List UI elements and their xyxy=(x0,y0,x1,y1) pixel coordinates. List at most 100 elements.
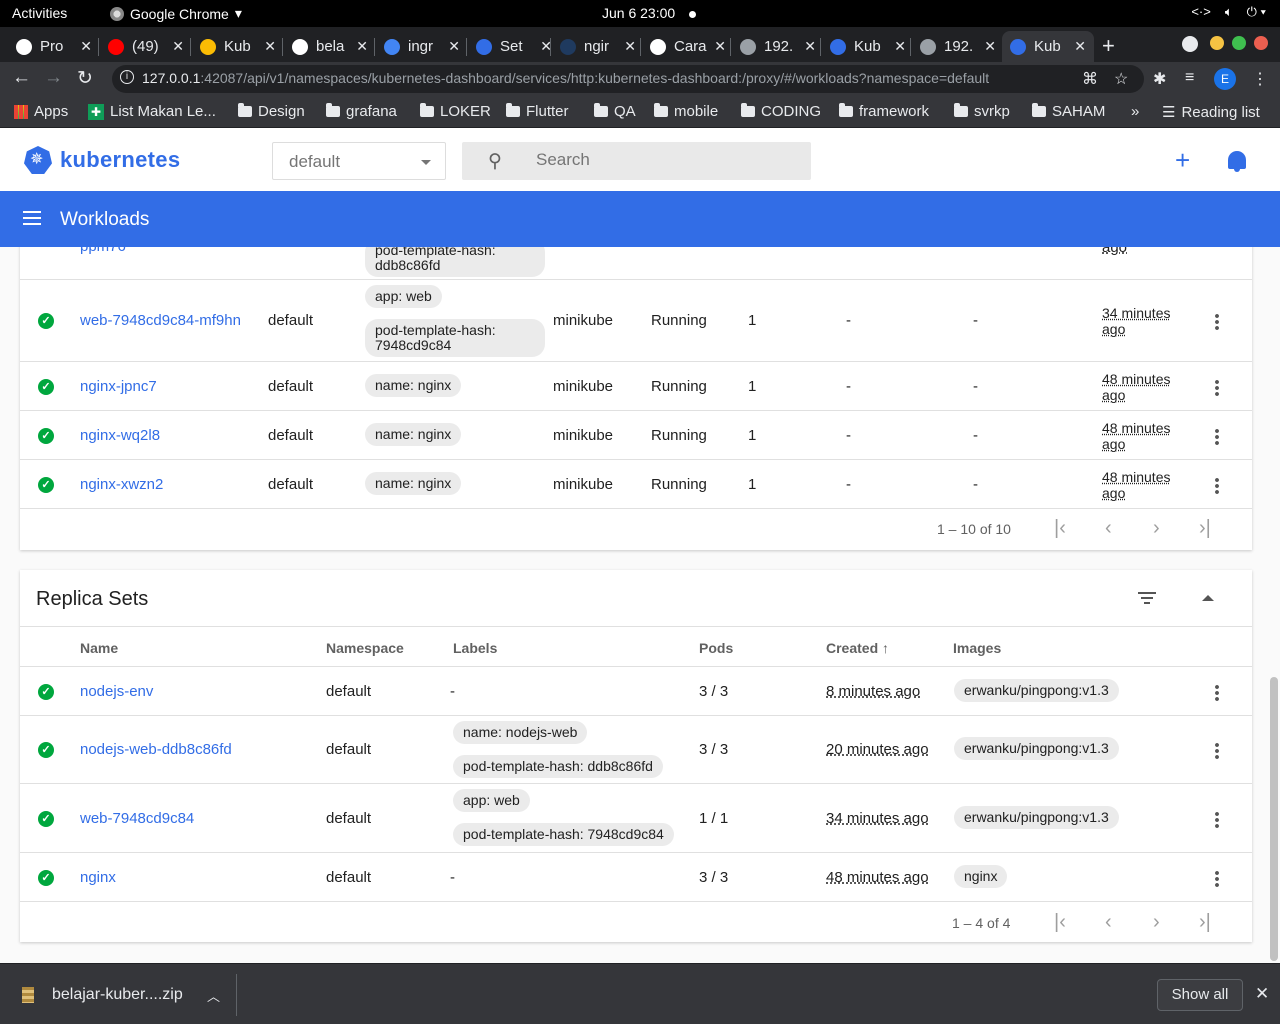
bookmark-folder[interactable]: SAHAM xyxy=(1032,103,1105,120)
tab-close-icon[interactable]: ✕ xyxy=(984,38,996,55)
show-all-button[interactable]: Show all xyxy=(1157,979,1243,1011)
last-page-icon[interactable]: ›| xyxy=(1199,911,1211,934)
kubernetes-logo[interactable]: kubernetes xyxy=(24,146,180,174)
bookmark-folder[interactable]: CODING xyxy=(741,103,821,120)
tab-close-icon[interactable]: ✕ xyxy=(448,38,460,55)
replica-set-name-link[interactable]: nginx xyxy=(80,869,116,886)
more-actions-icon[interactable] xyxy=(1215,313,1219,331)
more-bookmarks-button[interactable]: » xyxy=(1131,103,1139,120)
site-info-icon[interactable]: i xyxy=(120,70,134,84)
browser-tab[interactable]: 192. ✕ xyxy=(732,31,824,62)
forward-arrow-icon[interactable]: → xyxy=(44,67,63,89)
translate-icon[interactable]: ⌘ xyxy=(1082,69,1098,89)
last-page-icon[interactable]: ›| xyxy=(1199,517,1211,540)
browser-tab[interactable]: ingr ✕ xyxy=(376,31,468,62)
bookmark-folder[interactable]: svrkp xyxy=(954,103,1010,120)
bookmark-item[interactable]: ✚ List Makan Le... xyxy=(88,103,216,120)
browser-tab[interactable]: Kub ✕ xyxy=(192,31,284,62)
pod-name-link[interactable]: web-7948cd9c84-mf9hn xyxy=(80,312,241,329)
activities-button[interactable]: Activities xyxy=(12,5,67,21)
tab-close-icon[interactable]: ✕ xyxy=(172,38,184,55)
more-actions-icon[interactable] xyxy=(1215,428,1219,446)
pod-name-link[interactable]: ppm76 xyxy=(80,247,126,255)
bookmark-folder[interactable]: Flutter xyxy=(506,103,569,120)
browser-tab[interactable]: Pro ✕ xyxy=(8,31,100,62)
more-actions-icon[interactable] xyxy=(1215,870,1219,888)
next-page-icon[interactable]: › xyxy=(1153,517,1160,540)
replica-set-name-link[interactable]: nodejs-web-ddb8c86fd xyxy=(80,741,232,758)
close-window-icon[interactable] xyxy=(1254,36,1268,50)
next-page-icon[interactable]: › xyxy=(1153,911,1160,934)
browser-tab[interactable]: ngir ✕ xyxy=(552,31,644,62)
address-bar[interactable]: i 127.0.0.1:42087/api/v1/namespaces/kube… xyxy=(112,65,1144,93)
tab-close-icon[interactable]: ✕ xyxy=(80,38,92,55)
column-header-created[interactable]: Created ↑ xyxy=(826,640,889,656)
namespace-select[interactable]: default xyxy=(272,142,446,180)
bookmark-folder[interactable]: QA xyxy=(594,103,636,120)
tab-close-icon[interactable]: ✕ xyxy=(1074,38,1086,55)
bookmark-folder[interactable]: Design xyxy=(238,103,305,120)
back-arrow-icon[interactable]: ← xyxy=(12,67,31,89)
app-menu[interactable]: Google Chrome ▾ xyxy=(110,5,242,22)
reading-list-button[interactable]: ☰ Reading list xyxy=(1162,103,1260,122)
replica-set-name-link[interactable]: web-7948cd9c84 xyxy=(80,810,194,827)
bookmark-apps[interactable]: Apps xyxy=(14,103,68,120)
filter-icon[interactable] xyxy=(1138,592,1156,604)
browser-tab[interactable]: 192. ✕ xyxy=(912,31,1004,62)
replica-set-name-link[interactable]: nodejs-env xyxy=(80,683,153,700)
browser-tab[interactable]: Kub ✕ xyxy=(1002,31,1094,62)
new-tab-button[interactable]: + xyxy=(1102,33,1115,59)
column-header-name[interactable]: Name xyxy=(80,640,118,656)
bookmark-folder[interactable]: mobile xyxy=(654,103,718,120)
more-actions-icon[interactable] xyxy=(1215,811,1219,829)
tab-close-icon[interactable]: ✕ xyxy=(894,38,906,55)
tab-close-icon[interactable]: ✕ xyxy=(356,38,368,55)
page-scrollbar[interactable] xyxy=(1270,677,1278,961)
bookmark-folder[interactable]: framework xyxy=(839,103,929,120)
notifications-bell-icon[interactable] xyxy=(1228,151,1246,172)
more-actions-icon[interactable] xyxy=(1215,684,1219,702)
previous-page-icon[interactable]: ‹ xyxy=(1105,911,1112,934)
browser-tab[interactable]: bela ✕ xyxy=(284,31,376,62)
media-controls-icon[interactable]: ≡ xyxy=(1185,69,1194,87)
download-options-icon[interactable]: ︿ xyxy=(207,986,220,1005)
more-actions-icon[interactable] xyxy=(1215,477,1219,495)
previous-page-icon[interactable]: ‹ xyxy=(1105,517,1112,540)
pod-memory: - xyxy=(973,378,978,395)
tab-close-icon[interactable]: ✕ xyxy=(804,38,816,55)
pod-name-link[interactable]: nginx-xwzn2 xyxy=(80,476,163,493)
more-actions-icon[interactable] xyxy=(1215,742,1219,760)
browser-tab[interactable]: (49) ✕ xyxy=(100,31,192,62)
bookmark-folder[interactable]: grafana xyxy=(326,103,397,120)
profile-avatar[interactable]: E xyxy=(1214,68,1236,90)
pod-name-link[interactable]: nginx-wq2l8 xyxy=(80,427,160,444)
browser-tab[interactable]: Kub ✕ xyxy=(822,31,914,62)
browser-tab[interactable]: Set ✕ xyxy=(468,31,560,62)
system-tray[interactable]: <·> 🔈︎ ⏻ ▾ xyxy=(1191,4,1266,20)
chrome-menu-icon[interactable]: ⋮ xyxy=(1252,69,1268,89)
tab-close-icon[interactable]: ✕ xyxy=(264,38,276,55)
bookmark-folder[interactable]: LOKER xyxy=(420,103,491,120)
tab-close-icon[interactable]: ✕ xyxy=(714,38,726,55)
more-actions-icon[interactable] xyxy=(1215,379,1219,397)
search-input[interactable] xyxy=(536,150,796,170)
tab-favicon-icon xyxy=(200,38,216,55)
clock[interactable]: Jun 6 23:00 xyxy=(602,5,697,21)
first-page-icon[interactable]: |‹ xyxy=(1054,517,1066,540)
browser-tab[interactable]: Cara ✕ xyxy=(642,31,734,62)
extensions-icon[interactable]: ✱ xyxy=(1153,69,1166,89)
bookmark-star-icon[interactable]: ☆ xyxy=(1114,69,1128,89)
create-resource-button[interactable]: + xyxy=(1175,145,1190,176)
download-item[interactable]: belajar-kuber....zip xyxy=(22,986,183,1004)
minimize-icon[interactable] xyxy=(1210,36,1224,50)
tab-close-icon[interactable]: ✕ xyxy=(624,38,636,55)
collapse-arrow-icon[interactable] xyxy=(1202,595,1214,601)
maximize-icon[interactable] xyxy=(1232,36,1246,50)
close-shelf-icon[interactable]: ✕ xyxy=(1255,984,1269,1004)
tab-search-icon[interactable] xyxy=(1182,36,1198,52)
first-page-icon[interactable]: |‹ xyxy=(1054,911,1066,934)
pod-name-link[interactable]: nginx-jpnc7 xyxy=(80,378,157,395)
column-header-namespace[interactable]: Namespace xyxy=(326,640,404,656)
hamburger-menu-icon[interactable] xyxy=(23,211,41,225)
reload-icon[interactable]: ↻ xyxy=(77,67,93,90)
